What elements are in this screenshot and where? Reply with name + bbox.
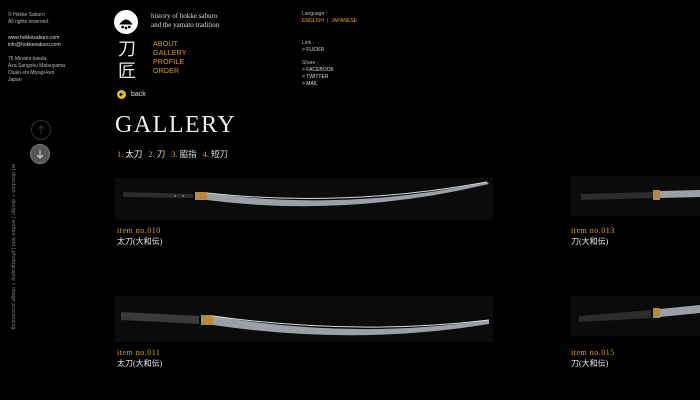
share-label: Share :	[302, 60, 319, 66]
address-line: 76 Minami-kaeda	[8, 56, 47, 62]
tab-label: 太刀	[125, 149, 143, 159]
vertical-credit: art direction + design | written text | …	[10, 164, 16, 330]
item-name: 刀(大和伝)	[571, 237, 609, 246]
address-line: Aza Sangoku Matsuyama	[8, 63, 65, 69]
logo-kanji-char: 匠	[118, 61, 136, 81]
item-name: 太刀(大和伝)	[117, 359, 163, 368]
category-tab-tanto[interactable]: 4. 短刀	[203, 148, 228, 160]
arrow-down-icon	[36, 150, 44, 159]
copyright-line: All rights reserved.	[8, 19, 50, 25]
tab-label: 刀	[156, 149, 166, 159]
share-mail-link[interactable]: > MAIL	[302, 81, 334, 88]
item-name: 刀(大和伝)	[571, 359, 609, 368]
nav-item-order[interactable]: ORDER	[153, 67, 187, 76]
back-arrow-icon	[117, 90, 126, 99]
tab-number: 4.	[202, 149, 210, 159]
logo-emblem[interactable]	[114, 10, 138, 34]
main-nav: ABOUT GALLERY PROFILE ORDER	[153, 40, 187, 76]
website-link[interactable]: www.hokkesaburo.com	[8, 35, 78, 42]
scroll-down-button[interactable]	[30, 144, 50, 164]
arrow-up-icon	[37, 125, 45, 134]
share-facebook-link[interactable]: > FACEBOOK	[302, 67, 334, 74]
crest-icon	[119, 19, 133, 30]
nav-item-gallery[interactable]: GALLERY	[153, 49, 187, 58]
item-number: item no.013	[571, 226, 615, 235]
nav-item-about[interactable]: ABOUT	[153, 40, 187, 49]
category-tab-tachi[interactable]: 1. 太刀	[117, 148, 142, 160]
tab-number: 1.	[117, 149, 124, 159]
tab-label: 短刀	[211, 149, 229, 159]
share-twitter-link[interactable]: > TWITTER	[302, 74, 334, 81]
sword-image	[115, 178, 493, 220]
footer-info: © Hokke Saburo All rights reserved. www.…	[8, 12, 78, 84]
category-tab-katana[interactable]: 2. 刀	[148, 148, 165, 160]
gallery-item-caption[interactable]: item no.013 刀(大和伝)	[571, 226, 615, 247]
copyright-line: © Hokke Saburo	[8, 12, 45, 18]
email-link[interactable]: info@hokkesaburo.com	[8, 42, 78, 49]
tab-number: 3.	[171, 149, 178, 159]
sword-image	[571, 296, 700, 336]
link-section: Link : > FLICKR	[302, 40, 324, 54]
gallery-item-image[interactable]	[571, 296, 700, 336]
sword-image	[571, 176, 700, 216]
language-label: Language :	[302, 11, 328, 17]
logo-kanji-char: 刀	[118, 39, 136, 59]
share-section: Share : > FACEBOOK > TWITTER > MAIL	[302, 60, 334, 88]
site-tagline: history of hokke saburo and the yamato t…	[151, 12, 219, 30]
gallery-item-image[interactable]	[115, 296, 493, 342]
tab-label: 脇指	[179, 149, 197, 159]
sword-image	[115, 296, 493, 342]
flickr-link[interactable]: > FLICKR	[302, 47, 324, 54]
page-title: GALLERY	[115, 112, 237, 138]
tagline-line: history of hokke saburo	[151, 12, 218, 20]
category-tab-wakizashi[interactable]: 3. 脇指	[171, 148, 196, 160]
lang-japanese[interactable]: JAPANESE	[331, 18, 357, 24]
item-number: item no.011	[117, 348, 161, 357]
gallery-item-caption[interactable]: item no.010 太刀(大和伝)	[117, 226, 162, 247]
address-line: Osaki-shi Miyagi-ken	[8, 70, 55, 76]
gallery-item-caption[interactable]: item no.015 刀(大和伝)	[571, 348, 615, 369]
item-name: 太刀(大和伝)	[117, 237, 163, 246]
link-label: Link :	[302, 40, 314, 46]
address-line: Japan	[8, 77, 22, 83]
lang-english[interactable]: ENGLISH	[302, 18, 324, 24]
tagline-line: and the yamato tradition	[151, 21, 220, 29]
language-selector: Language : ENGLISH | JAPANESE	[302, 11, 357, 25]
category-tabs: 1. 太刀 2. 刀 3. 脇指 4. 短刀	[117, 148, 228, 160]
scroll-up-button[interactable]	[31, 120, 51, 140]
back-button[interactable]: back	[117, 90, 146, 99]
item-number: item no.015	[571, 348, 615, 357]
gallery-item-caption[interactable]: item no.011 太刀(大和伝)	[117, 348, 162, 369]
item-number: item no.010	[117, 226, 161, 235]
logo-kanji: 刀 匠	[116, 38, 138, 82]
nav-item-profile[interactable]: PROFILE	[153, 58, 187, 67]
tab-number: 2.	[148, 149, 155, 159]
back-label: back	[131, 91, 146, 98]
gallery-item-image[interactable]	[115, 178, 493, 220]
gallery-item-image[interactable]	[571, 176, 700, 216]
